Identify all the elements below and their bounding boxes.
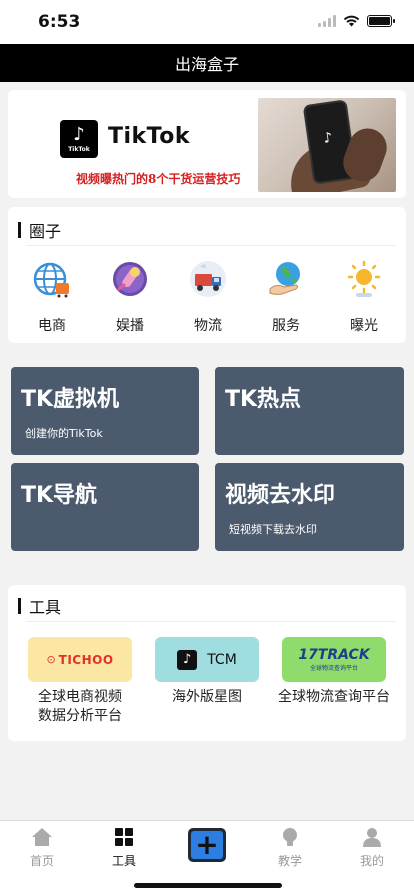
tile-watermark-remove[interactable]: 视频去水印 短视频下载去水印 xyxy=(215,463,404,551)
circle-item-label: 曝光 xyxy=(350,318,378,334)
tichoo-logo: ⊙ TICHOO xyxy=(28,637,132,682)
tile-title: TK热点 xyxy=(225,387,302,412)
17track-logo: 17TRACK 全球物流查询平台 xyxy=(282,637,386,682)
cellular-signal-icon xyxy=(318,15,336,27)
tools-section-title: 工具 xyxy=(18,594,61,618)
lightbulb-icon xyxy=(283,828,297,846)
banner-subtitle: 视频曝热门的8个干货运营技巧 xyxy=(76,172,241,186)
globe-hand-icon xyxy=(269,262,300,295)
tile-title: TK虚拟机 xyxy=(21,387,120,412)
ecommerce-globe-icon xyxy=(33,262,69,298)
truck-icon xyxy=(190,261,226,297)
tile-title: TK导航 xyxy=(21,483,98,508)
tool-tichoo[interactable]: ⊙ TICHOO 全球电商视频 数据分析平台 xyxy=(28,637,132,726)
tile-tk-vm[interactable]: TK虚拟机 创建你的TikTok xyxy=(11,367,199,455)
circle-item-ecommerce[interactable]: 电商 xyxy=(22,259,82,335)
sun-icon xyxy=(347,260,381,297)
wifi-icon xyxy=(343,15,360,27)
grid-icon xyxy=(115,828,133,846)
tile-subtitle: 短视频下载去水印 xyxy=(229,523,317,536)
microphone-icon xyxy=(113,262,147,296)
tcm-logo: ♪ TCM xyxy=(155,637,259,682)
banner-card[interactable]: ♪ TikTok TikTok 视频曝热门的8个干货运营技巧 ♪ xyxy=(8,90,406,198)
tab-tools[interactable]: 工具 xyxy=(94,827,154,869)
circle-item-label: 物流 xyxy=(194,318,222,334)
tile-tk-nav[interactable]: TK导航 xyxy=(11,463,199,551)
tab-home[interactable]: 首页 xyxy=(12,827,72,869)
divider xyxy=(26,245,396,246)
banner-photo: ♪ xyxy=(258,98,396,192)
circle-item-label: 电商 xyxy=(38,318,66,334)
page-title: 出海盒子 xyxy=(174,55,239,74)
status-time: 6:53 xyxy=(38,12,81,32)
publish-button[interactable]: + xyxy=(188,828,226,862)
nav-bar: 出海盒子 xyxy=(0,44,414,82)
tile-subtitle: 创建你的TikTok xyxy=(25,427,103,440)
circle-item-entertainment[interactable]: 娱播 xyxy=(100,259,160,335)
status-bar: 6:53 xyxy=(0,0,414,44)
tool-name: 全球物流查询平台 xyxy=(278,689,390,705)
circle-item-label: 娱播 xyxy=(116,318,144,334)
tool-17track[interactable]: 17TRACK 全球物流查询平台 全球物流查询平台 xyxy=(278,637,390,707)
tab-mine[interactable]: 我的 xyxy=(342,827,402,869)
status-icons xyxy=(318,15,395,27)
circle-item-exposure[interactable]: 曝光 xyxy=(334,259,394,335)
tile-tk-hot[interactable]: TK热点 xyxy=(215,367,404,455)
circle-item-service[interactable]: 服务 xyxy=(256,259,316,335)
circle-item-label: 服务 xyxy=(272,318,300,334)
circle-item-logistics[interactable]: 物流 xyxy=(178,259,238,335)
tool-name: 全球电商视频 数据分析平台 xyxy=(38,689,122,724)
tiktok-logo-icon: ♪ TikTok xyxy=(60,120,98,158)
tiktok-mark-icon: ♪ xyxy=(177,649,198,670)
home-indicator xyxy=(134,883,282,888)
battery-icon xyxy=(367,15,395,27)
tab-teaching[interactable]: 教学 xyxy=(260,827,320,869)
circle-section-title: 圈子 xyxy=(18,218,61,242)
tools-card: 工具 ⊙ TICHOO 全球电商视频 数据分析平台 ♪ TCM 海外版星图 17… xyxy=(8,585,406,741)
user-icon xyxy=(363,828,381,847)
plus-icon: + xyxy=(191,831,223,859)
tichoo-mark-icon: ⊙ xyxy=(46,653,56,666)
tile-title: 视频去水印 xyxy=(225,483,336,508)
home-icon xyxy=(32,828,52,846)
circle-card: 圈子 电商 娱播 物流 服务 曝光 xyxy=(8,207,406,343)
divider xyxy=(26,621,396,622)
banner-logo-text: TikTok xyxy=(108,124,191,149)
tool-tcm[interactable]: ♪ TCM 海外版星图 xyxy=(155,637,259,707)
banner-text-area: ♪ TikTok TikTok 视频曝热门的8个干货运营技巧 xyxy=(18,98,266,190)
tool-name: 海外版星图 xyxy=(172,689,242,705)
